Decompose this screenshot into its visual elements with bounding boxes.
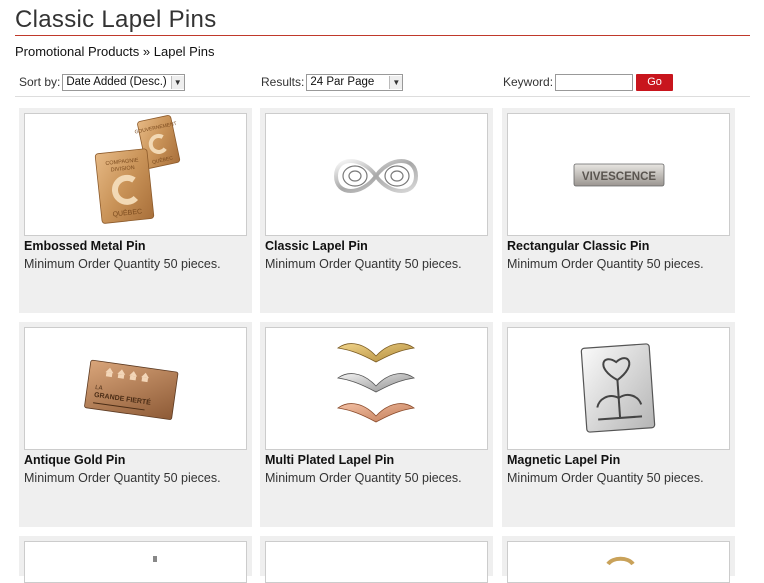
go-button[interactable]: Go [636, 73, 674, 91]
results-label: Results: [261, 75, 305, 89]
product-image[interactable]: LA GRANDE FIERTÉ [24, 327, 247, 450]
product-card[interactable]: VIVESCENCE Rectangular Classic Pin Minim… [502, 108, 735, 313]
antique-gold-pin-image: LA GRANDE FIERTÉ [84, 359, 179, 420]
chevron-down-icon: ▼ [389, 75, 403, 89]
rectangular-pin-image: VIVESCENCE [573, 163, 665, 187]
product-card[interactable]: Magnetic Lapel Pin Minimum Order Quantit… [502, 322, 735, 527]
wing-gold [336, 343, 416, 363]
product-name[interactable]: Embossed Metal Pin [24, 239, 146, 253]
keyword-control: Keyword: Go [503, 72, 674, 92]
toolbar-divider [15, 96, 750, 97]
wing-rose [336, 403, 416, 423]
product-description: Minimum Order Quantity 50 pieces. [24, 471, 221, 485]
product-name[interactable]: Antique Gold Pin [24, 453, 125, 467]
results-select-value: 24 Par Page [310, 76, 375, 88]
product-name[interactable]: Classic Lapel Pin [265, 239, 368, 253]
product-card[interactable] [19, 536, 252, 583]
sort-select[interactable]: Date Added (Desc.) ▼ [62, 73, 185, 91]
heart-flower-pin-image [580, 343, 656, 433]
results-select[interactable]: 24 Par Page ▼ [306, 73, 404, 91]
listing-toolbar: Sort by: Date Added (Desc.) ▼ Results: 2… [0, 72, 764, 94]
product-image-partial [606, 556, 635, 566]
title-divider [15, 35, 750, 36]
product-card[interactable] [260, 536, 493, 583]
breadcrumb-separator: » [142, 44, 151, 59]
product-name[interactable]: Multi Plated Lapel Pin [265, 453, 394, 467]
chevron-down-icon: ▼ [170, 75, 184, 89]
product-image[interactable]: GOUVERNEMENT QUÉBEC COMPAGNIE DIVISION Q… [24, 113, 247, 236]
product-image[interactable] [507, 541, 730, 583]
wings-pin-image [336, 343, 416, 423]
product-card[interactable] [502, 536, 735, 583]
product-image-partial [153, 556, 157, 562]
product-image[interactable]: VIVESCENCE [507, 113, 730, 236]
product-image[interactable] [265, 113, 488, 236]
pin-engraving-text: LA [95, 385, 103, 392]
embossed-pin-image: GOUVERNEMENT QUÉBEC COMPAGNIE DIVISION Q… [94, 115, 181, 224]
product-description: Minimum Order Quantity 50 pieces. [24, 257, 221, 271]
wing-silver [336, 373, 416, 393]
product-description: Minimum Order Quantity 50 pieces. [265, 257, 462, 271]
product-name[interactable]: Magnetic Lapel Pin [507, 453, 620, 467]
product-image[interactable] [265, 541, 488, 583]
breadcrumb-parent-link[interactable]: Promotional Products [15, 44, 139, 59]
keyword-label: Keyword: [503, 75, 554, 89]
product-description: Minimum Order Quantity 50 pieces. [507, 257, 704, 271]
product-card[interactable]: GOUVERNEMENT QUÉBEC COMPAGNIE DIVISION Q… [19, 108, 252, 313]
sort-select-value: Date Added (Desc.) [66, 76, 167, 88]
keyword-input[interactable] [555, 73, 634, 91]
breadcrumb: Promotional Products » Lapel Pins [15, 44, 214, 59]
product-image[interactable] [507, 327, 730, 450]
product-card[interactable]: Classic Lapel Pin Minimum Order Quantity… [260, 108, 493, 313]
product-description: Minimum Order Quantity 50 pieces. [265, 471, 462, 485]
product-image[interactable] [24, 541, 247, 583]
sort-control: Sort by: Date Added (Desc.) ▼ [19, 72, 185, 92]
product-image[interactable] [265, 327, 488, 450]
page-title: Classic Lapel Pins [15, 6, 217, 33]
product-card[interactable]: Multi Plated Lapel Pin Minimum Order Qua… [260, 322, 493, 527]
results-control: Results: 24 Par Page ▼ [261, 72, 404, 92]
product-description: Minimum Order Quantity 50 pieces. [507, 471, 704, 485]
sort-label: Sort by: [19, 75, 61, 89]
pin-engraving-text: VIVESCENCE [582, 171, 656, 183]
infinity-pin-image [333, 159, 419, 193]
product-name[interactable]: Rectangular Classic Pin [507, 239, 649, 253]
product-card[interactable]: LA GRANDE FIERTÉ Antique Gold Pin Minimu… [19, 322, 252, 527]
breadcrumb-current: Lapel Pins [153, 44, 215, 59]
